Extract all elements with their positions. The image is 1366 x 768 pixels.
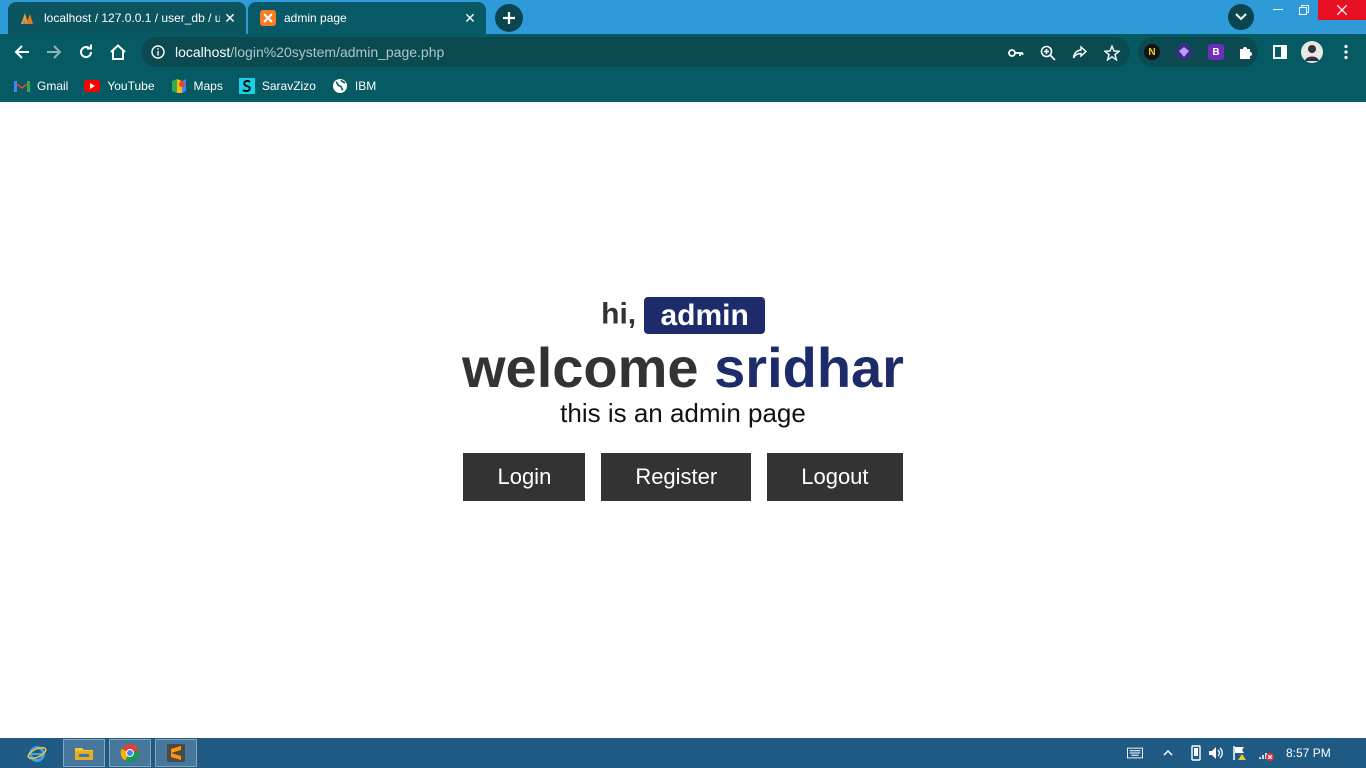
avatar-icon	[1301, 41, 1323, 63]
back-button[interactable]	[8, 38, 36, 66]
bookmark-gmail[interactable]: Gmail	[14, 78, 68, 94]
bookmark-label: YouTube	[107, 79, 155, 93]
reload-icon	[80, 44, 93, 59]
tab-phpmyadmin[interactable]: localhost / 127.0.0.1 / user_db / u ✕	[8, 2, 246, 34]
restore-button[interactable]	[1290, 0, 1318, 20]
file-explorer-icon[interactable]	[63, 739, 105, 767]
browser-toolbar: localhost/login%20system/admin_page.php …	[0, 34, 1366, 70]
window-close-button[interactable]	[1318, 0, 1366, 20]
tab-title: localhost / 127.0.0.1 / user_db / u	[44, 11, 220, 25]
bookmark-label: SaravZizo	[261, 79, 316, 93]
gem-extension-icon[interactable]	[1176, 44, 1192, 60]
keyboard-icon[interactable]	[1127, 745, 1143, 761]
key-icon[interactable]	[1006, 43, 1026, 63]
tab-title: admin page	[284, 11, 347, 25]
zoom-icon[interactable]	[1038, 43, 1058, 63]
side-panel-icon	[1273, 45, 1287, 59]
reload-button[interactable]	[72, 38, 100, 66]
show-hidden-icons-icon[interactable]	[1160, 745, 1176, 761]
bookmark-youtube[interactable]: YouTube	[84, 78, 155, 94]
bookmarks-bar: Gmail YouTube Maps SaravZizo IBM	[0, 70, 1366, 102]
arrow-right-icon	[47, 45, 62, 59]
login-button[interactable]: Login	[463, 453, 586, 501]
logout-button[interactable]: Logout	[767, 453, 903, 501]
page-subtitle: this is an admin page	[560, 398, 806, 428]
internet-explorer-icon[interactable]	[16, 739, 58, 767]
home-button[interactable]	[104, 38, 132, 66]
network-disconnected-icon[interactable]	[1258, 745, 1274, 761]
b-extension-icon[interactable]: B	[1208, 44, 1224, 60]
bookmark-label: Gmail	[37, 79, 69, 93]
close-tab-icon[interactable]: ✕	[220, 8, 240, 28]
forward-button[interactable]	[40, 38, 68, 66]
browser-menu-button[interactable]	[1332, 38, 1360, 66]
xampp-icon	[260, 10, 276, 26]
saravzizo-icon	[238, 78, 255, 94]
url-host: localhost	[175, 44, 231, 60]
side-panel-button[interactable]	[1266, 38, 1294, 66]
tab-admin-page[interactable]: admin page ✕	[248, 2, 486, 34]
bookmark-label: Maps	[193, 79, 223, 93]
close-tab-icon[interactable]: ✕	[460, 8, 480, 28]
windows-taskbar: 8:57 PM	[0, 738, 1366, 768]
maps-icon	[171, 78, 187, 94]
youtube-icon	[84, 78, 101, 94]
chrome-icon[interactable]	[109, 739, 151, 767]
n-extension-icon[interactable]: N	[1144, 44, 1160, 60]
bookmark-ibm[interactable]: IBM	[332, 78, 376, 94]
username-text: sridhar	[714, 336, 904, 399]
sublime-text-icon[interactable]	[155, 739, 197, 767]
globe-icon	[332, 78, 348, 94]
bookmark-star-icon[interactable]	[1102, 43, 1122, 63]
action-center-flag-icon[interactable]	[1232, 745, 1248, 761]
address-bar[interactable]: localhost/login%20system/admin_page.php	[141, 37, 1130, 67]
minimize-button[interactable]	[1264, 0, 1292, 20]
info-icon[interactable]	[151, 45, 165, 59]
chevron-down-icon	[1235, 13, 1247, 21]
tab-search-button[interactable]	[1228, 4, 1254, 30]
register-button[interactable]: Register	[601, 453, 752, 501]
bookmark-label: IBM	[354, 79, 377, 93]
arrow-left-icon	[14, 45, 29, 59]
puzzle-icon[interactable]	[1238, 44, 1254, 60]
profile-avatar[interactable]	[1298, 38, 1326, 66]
greeting-text: hi,	[601, 297, 637, 331]
welcome-text: welcome	[462, 336, 699, 399]
share-icon[interactable]	[1070, 43, 1090, 63]
system-clock[interactable]: 8:57 PM	[1286, 746, 1331, 760]
bookmark-maps[interactable]: Maps	[171, 78, 223, 94]
phone-icon[interactable]	[1188, 745, 1204, 761]
browser-titlebar: localhost / 127.0.0.1 / user_db / u ✕ ad…	[0, 0, 1366, 34]
more-vertical-icon	[1344, 44, 1348, 60]
new-tab-button[interactable]	[495, 4, 523, 32]
role-badge: admin	[644, 297, 765, 334]
home-icon	[110, 44, 126, 60]
greeting-line: hi, admin	[0, 297, 1366, 334]
bookmark-saravzizo[interactable]: SaravZizo	[238, 78, 316, 94]
phpmyadmin-icon	[20, 10, 36, 26]
gmail-icon	[14, 78, 30, 94]
url-path: /login%20system/admin_page.php	[230, 44, 445, 60]
extensions-group: N B	[1138, 37, 1258, 67]
action-buttons: Login Register Logout	[0, 453, 1366, 501]
page-content: hi, admin welcome sridhar this is an adm…	[0, 102, 1366, 738]
url-text[interactable]: localhost/login%20system/admin_page.php	[175, 44, 444, 60]
volume-icon[interactable]	[1208, 745, 1224, 761]
welcome-heading: welcome sridhar	[0, 336, 1366, 400]
